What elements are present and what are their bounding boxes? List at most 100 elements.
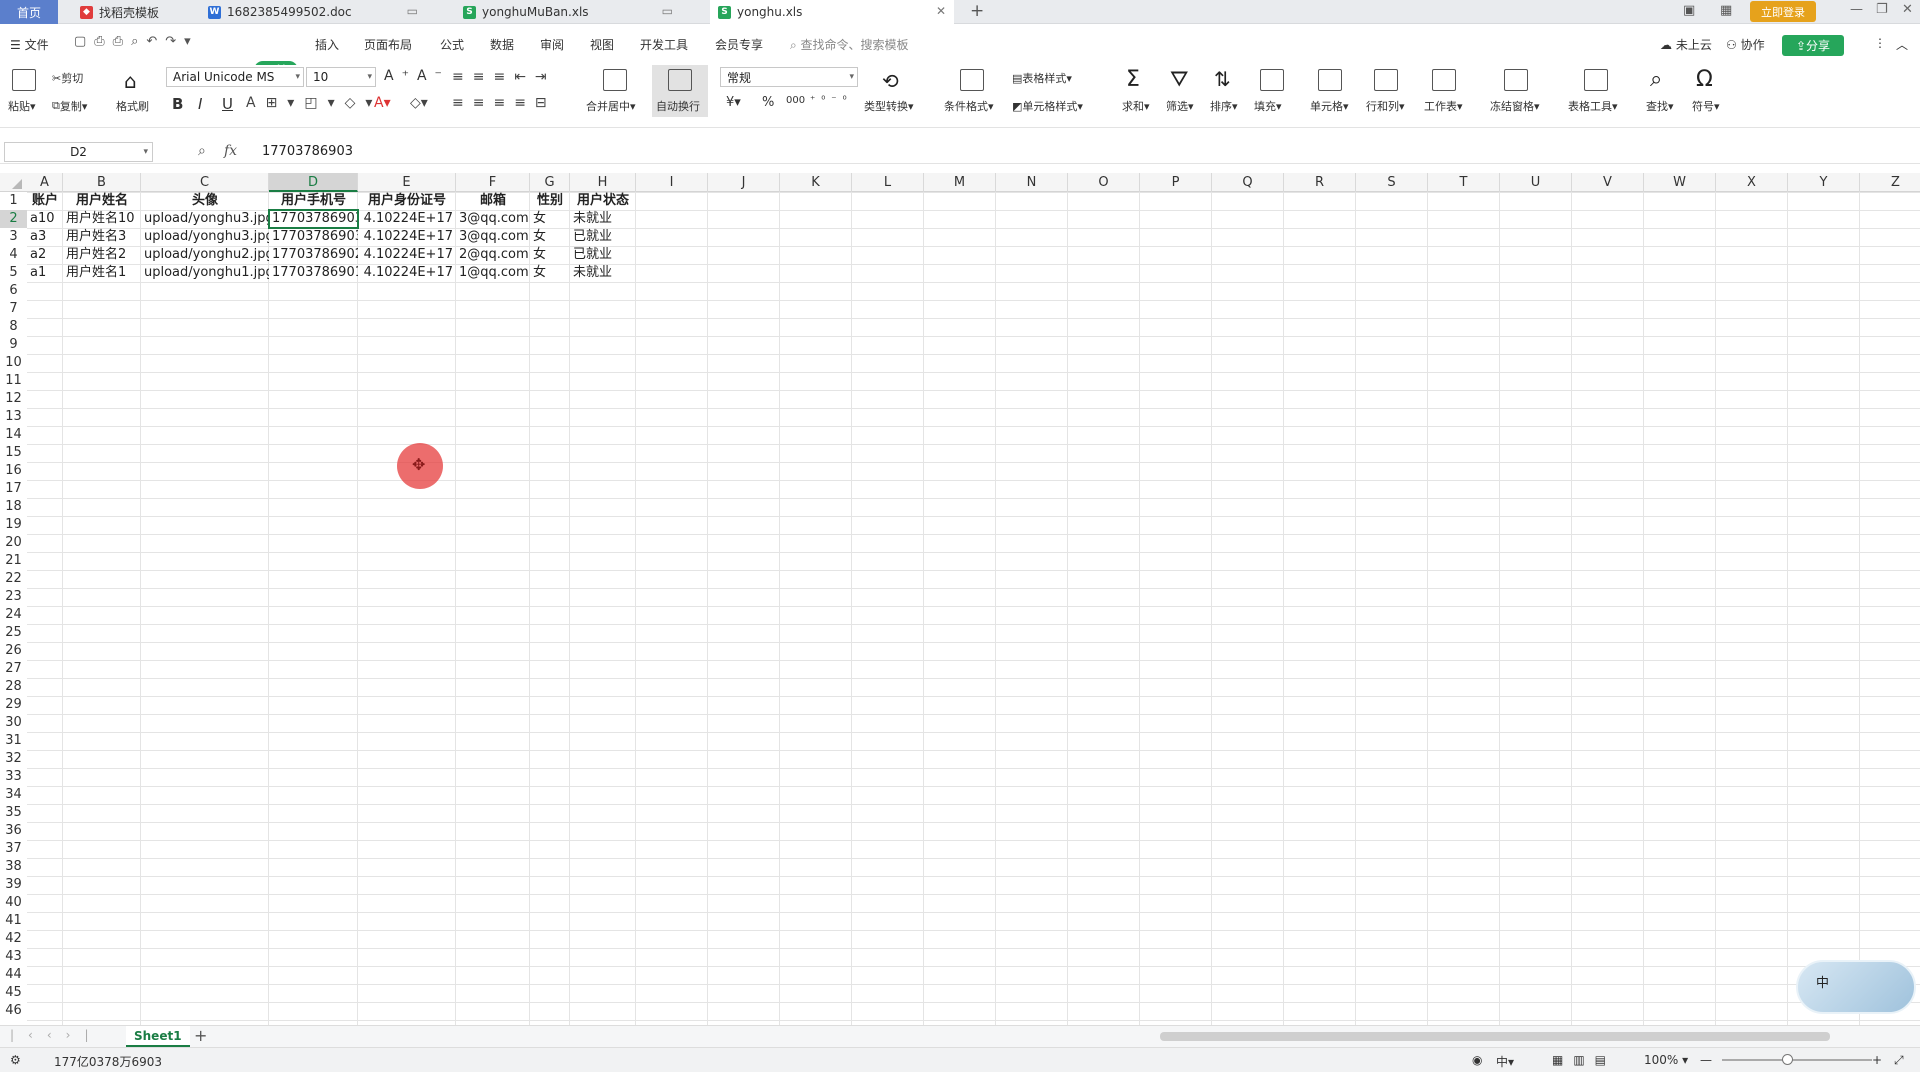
header-cell[interactable]: 邮箱 (456, 192, 530, 210)
header-cell[interactable]: 用户手机号 (269, 192, 358, 210)
column-header-b[interactable]: B (63, 173, 141, 192)
select-all-icon[interactable] (12, 179, 22, 189)
row-header[interactable]: 11 (0, 372, 27, 390)
menu-review[interactable]: 审阅 (540, 36, 564, 53)
decimal-buttons[interactable]: ⁺⁰⁻⁰ (810, 95, 853, 106)
column-header-d[interactable]: D (269, 173, 358, 192)
thousands-button[interactable]: 000 (786, 95, 805, 106)
view-mode-icons[interactable]: ▦▥▤ (1552, 1053, 1616, 1067)
column-header-g[interactable]: G (530, 173, 570, 192)
table-cell[interactable]: 未就业 (570, 210, 636, 228)
table-cell[interactable]: 3@qq.com (456, 210, 530, 228)
column-header-p[interactable]: P (1140, 173, 1212, 192)
merge-icon[interactable] (603, 69, 627, 91)
font-effects-icons[interactable]: A⊞▾◰▾◇▾ (246, 95, 382, 111)
format-painter-icon[interactable]: ⌂ (124, 69, 137, 93)
minimize-icon[interactable]: — (1850, 2, 1863, 17)
cell-icon[interactable] (1318, 69, 1342, 91)
zoom-out-icon[interactable]: — (1700, 1053, 1712, 1067)
row-header[interactable]: 42 (0, 930, 27, 948)
menu-vip[interactable]: 会员专享 (715, 36, 763, 53)
table-cell[interactable]: 17703786903 (269, 210, 358, 228)
table-style-button[interactable]: ▤ 表格样式 ▾ (1012, 70, 1072, 86)
row-header[interactable]: 8 (0, 318, 27, 336)
column-header-v[interactable]: V (1572, 173, 1644, 192)
add-sheet-icon[interactable]: + (194, 1026, 207, 1045)
zoom-select[interactable]: 100% ▾ (1644, 1053, 1688, 1067)
row-header[interactable]: 17 (0, 480, 27, 498)
row-header[interactable]: 3 (0, 228, 27, 246)
column-header-w[interactable]: W (1644, 173, 1716, 192)
fill-button[interactable]: 填充 ▾ (1254, 98, 1282, 114)
row-header[interactable]: 6 (0, 282, 27, 300)
table-cell[interactable]: 已就业 (570, 246, 636, 264)
zoom-slider[interactable] (1722, 1059, 1872, 1061)
sort-button[interactable]: 排序 ▾ (1210, 98, 1238, 114)
cell-style-button[interactable]: ◩ 单元格样式 ▾ (1012, 98, 1083, 114)
row-header[interactable]: 33 (0, 768, 27, 786)
new-tab-icon[interactable]: + (970, 1, 984, 21)
table-tools-icon[interactable] (1584, 69, 1608, 91)
row-header[interactable]: 24 (0, 606, 27, 624)
find-button[interactable]: 查找 ▾ (1646, 98, 1674, 114)
underline-button[interactable]: U (222, 95, 233, 113)
column-header-c[interactable]: C (141, 173, 269, 192)
column-header-i[interactable]: I (636, 173, 708, 192)
column-header-l[interactable]: L (852, 173, 924, 192)
table-cell[interactable]: a1 (27, 264, 63, 282)
table-cell[interactable]: 未就业 (570, 264, 636, 282)
cell-button[interactable]: 单元格 ▾ (1310, 98, 1349, 114)
row-header[interactable]: 1 (0, 192, 27, 210)
convert-button[interactable]: 类型转换 ▾ (864, 98, 914, 114)
table-cell[interactable]: a2 (27, 246, 63, 264)
row-header[interactable]: 46 (0, 1002, 27, 1020)
column-header-x[interactable]: X (1716, 173, 1788, 192)
row-col-icon[interactable] (1374, 69, 1398, 91)
login-button[interactable]: 立即登录 (1750, 1, 1816, 22)
row-header[interactable]: 22 (0, 570, 27, 588)
font-grow-shrink-icon[interactable]: A⁺A⁻ (384, 68, 450, 84)
share-button[interactable]: ⇪ 分享 (1782, 35, 1844, 56)
table-cell[interactable]: 4.10224E+17 (358, 246, 456, 264)
row-header[interactable]: 44 (0, 966, 27, 984)
tab-doc[interactable]: W 1682385499502.doc ▭ (200, 0, 426, 24)
symbol-icon[interactable]: Ω (1696, 67, 1713, 92)
column-header-t[interactable]: T (1428, 173, 1500, 192)
apps-icon[interactable]: ▦ (1720, 3, 1732, 18)
column-header-e[interactable]: E (358, 173, 456, 192)
tab-muban[interactable]: SyonghuMuBan.xls ▭ (455, 0, 681, 24)
close-window-icon[interactable]: ✕ (1902, 2, 1913, 17)
table-cell[interactable]: 用户姓名2 (63, 246, 141, 264)
row-header[interactable]: 14 (0, 426, 27, 444)
table-tools-button[interactable]: 表格工具 ▾ (1568, 98, 1618, 114)
filter-icon[interactable]: ⛛ (1170, 67, 1188, 92)
fullscreen-icon[interactable]: ⤢ (1894, 1053, 1904, 1068)
table-cell[interactable]: 4.10224E+17 (358, 264, 456, 282)
align-top-icons[interactable]: ≡≡≡⇤⇥ (452, 69, 556, 85)
column-header-r[interactable]: R (1284, 173, 1356, 192)
zoom-formula-icon[interactable]: ⌕ (198, 143, 206, 159)
row-header[interactable]: 4 (0, 246, 27, 264)
clear-format-icon[interactable]: ◇▾ (410, 95, 428, 111)
table-cell[interactable]: 17703786903 (269, 228, 358, 246)
header-cell[interactable]: 用户状态 (570, 192, 636, 210)
zoom-in-icon[interactable]: + (1872, 1053, 1882, 1067)
row-header[interactable]: 25 (0, 624, 27, 642)
table-cell[interactable]: 2@qq.com (456, 246, 530, 264)
paste-button[interactable]: 粘贴 ▾ (8, 98, 36, 114)
row-header[interactable]: 40 (0, 894, 27, 912)
table-cell[interactable]: 女 (530, 210, 570, 228)
row-header[interactable]: 26 (0, 642, 27, 660)
menu-formula[interactable]: 公式 (440, 36, 464, 53)
table-cell[interactable]: 已就业 (570, 228, 636, 246)
header-cell[interactable]: 性别 (530, 192, 570, 210)
spreadsheet-grid[interactable]: ABCDEFGHIJKLMNOPQRSTUVWXYZ 1 2 3 4 5 6 7 8 9 10 11… (0, 173, 1920, 1025)
horizontal-scrollbar[interactable] (1160, 1032, 1830, 1041)
column-header-u[interactable]: U (1500, 173, 1572, 192)
number-format-select[interactable]: 常规 (720, 67, 858, 87)
column-header-n[interactable]: N (996, 173, 1068, 192)
column-header-s[interactable]: S (1356, 173, 1428, 192)
row-header[interactable]: 30 (0, 714, 27, 732)
table-cell[interactable]: 4.10224E+17 (358, 210, 456, 228)
quick-access-icons[interactable]: ▢⎙⎙⌕↶↷▾ (74, 34, 199, 49)
